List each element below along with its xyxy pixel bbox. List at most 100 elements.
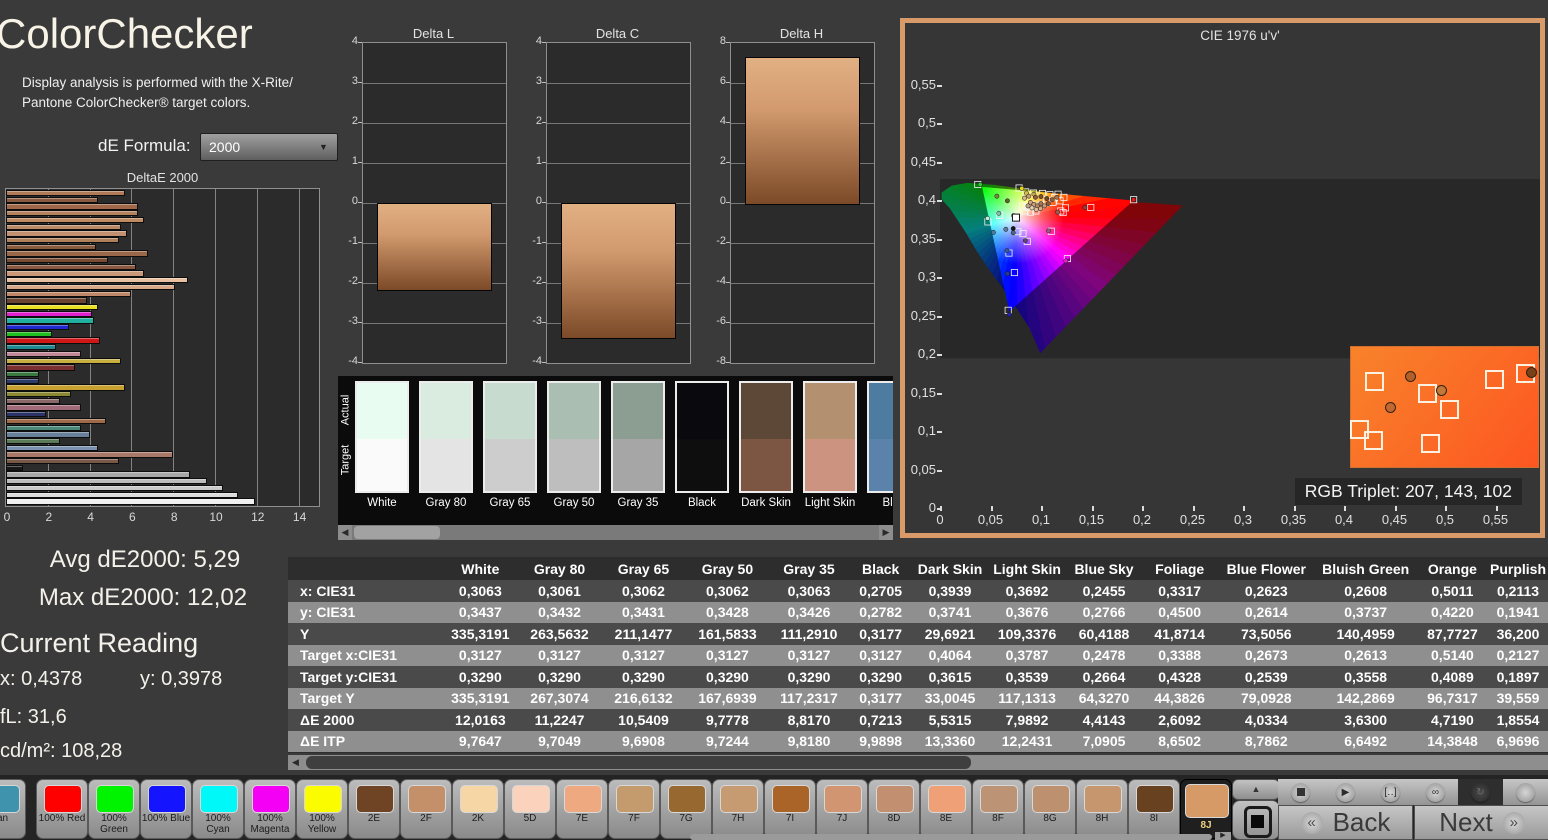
tick-mark [726, 42, 730, 43]
blank-icon-button[interactable] [1503, 779, 1548, 805]
deltae-bar [6, 317, 94, 323]
column-header: Gray 50 [685, 557, 769, 580]
gridline [257, 189, 258, 506]
patch-button-7f[interactable]: 7F [608, 779, 660, 839]
tick-mark [937, 277, 942, 279]
table-cell: 3,6300 [1314, 709, 1416, 731]
refresh-icon-button[interactable]: ↻ [1458, 779, 1504, 805]
table-row: Y335,3191263,5632211,1477161,5833111,291… [288, 623, 1548, 645]
stop-icon-button[interactable] [1278, 779, 1324, 805]
patch-button-7i[interactable]: 7I [764, 779, 816, 839]
column-header: Foliage [1141, 557, 1218, 580]
table-scrollbar[interactable]: ◀ [288, 755, 1548, 770]
column-header: Gray 35 [769, 557, 848, 580]
patch-swatch [44, 785, 82, 813]
table-cell: 12,2431 [987, 731, 1067, 753]
row-label: Y [288, 623, 443, 645]
blank-icon [1516, 783, 1535, 802]
table-cell: 161,5833 [685, 623, 769, 645]
pattern-window-button[interactable] [1232, 800, 1280, 840]
patch-button-100-yellow[interactable]: 100% Yellow [296, 779, 348, 839]
patch-button-100-cyan[interactable]: 100% Cyan [192, 779, 244, 839]
patch-button-7g[interactable]: 7G [660, 779, 712, 839]
patch-label: 7F [609, 813, 659, 824]
mini-axis-tick-label: -1 [520, 235, 542, 247]
table-row: x: CIE310,30630,30610,30620,30620,30630,… [288, 580, 1548, 602]
patch-button-8g[interactable]: 8G [1024, 779, 1076, 839]
play-icon-button[interactable]: ▶ [1323, 779, 1369, 805]
table-cell: 39,559 [1488, 688, 1548, 710]
table-cell: 8,6502 [1141, 731, 1218, 753]
column-header: Blue Sky [1067, 557, 1141, 580]
marker-icon-button[interactable]: [‥] [1368, 779, 1414, 805]
patch-swatch [512, 785, 550, 813]
cie-y-tick-label: 0,5 [898, 115, 936, 130]
patch-button-100-magenta[interactable]: 100% Magenta [244, 779, 296, 839]
patch-button-7e[interactable]: 7E [556, 779, 608, 839]
delta-value-bar [561, 203, 676, 339]
deltae-bar [6, 257, 108, 263]
patch-swatch [928, 785, 966, 813]
table-cell: 9,9898 [849, 731, 913, 753]
table-cell: 0,3787 [987, 645, 1067, 667]
patch-label: 2E [349, 813, 399, 824]
de-formula-dropdown[interactable]: 2000 ▼ [200, 133, 338, 161]
patch-button-8f[interactable]: 8F [972, 779, 1024, 839]
swatch-scroll-right-arrow[interactable]: ▶ [879, 525, 893, 540]
swatch-label: Blue [860, 497, 893, 509]
next-button[interactable]: Next » [1414, 805, 1548, 840]
table-scrollbar-thumb[interactable] [306, 756, 971, 769]
patch-swatch [1032, 785, 1070, 813]
patch-swatch [460, 785, 498, 813]
table-cell: 0,2664 [1067, 666, 1141, 688]
patch-button-5d[interactable]: 5D [504, 779, 556, 839]
table-cell: 335,3191 [443, 688, 517, 710]
patch-label: 100% Cyan [193, 813, 243, 835]
toolbar-scroll-right-arrow[interactable]: ▶ [1215, 832, 1231, 840]
deltae-bar [6, 451, 173, 457]
table-cell: 0,3061 [518, 580, 602, 602]
toolbar-scrollbar-thumb[interactable] [690, 834, 1212, 840]
patch-button-8e[interactable]: 8E [920, 779, 972, 839]
square-pattern-icon [1244, 806, 1272, 838]
table-row: y: CIE310,34370,34320,34310,34280,34260,… [288, 602, 1548, 624]
patch-button-8i[interactable]: 8I [1128, 779, 1180, 839]
inset-target-point [1421, 434, 1440, 453]
patch-button-100-blue[interactable]: 100% Blue [140, 779, 192, 839]
back-button[interactable]: « Back [1278, 805, 1413, 840]
tick-mark [1445, 506, 1447, 511]
patch-button-yan[interactable]: yan [0, 779, 26, 839]
swatch-scrollbar[interactable]: ◀▶ [338, 525, 893, 540]
patch-button-7j[interactable]: 7J [816, 779, 868, 839]
patch-button-100-red[interactable]: 100% Red [36, 779, 88, 839]
patch-button-8d[interactable]: 8D [868, 779, 920, 839]
column-header: Dark Skin [913, 557, 988, 580]
measured-point [1083, 205, 1087, 209]
patch-button-8j[interactable]: 8J [1180, 779, 1232, 839]
patch-label: 5D [505, 813, 555, 824]
patch-button-100-green[interactable]: 100% Green [88, 779, 140, 839]
tick-mark [726, 282, 730, 283]
patch-swatch [668, 785, 706, 813]
swatch-scroll-left-arrow[interactable]: ◀ [338, 525, 352, 540]
mini-axis-tick-label: 3 [520, 75, 542, 87]
patch-button-8h[interactable]: 8H [1076, 779, 1128, 839]
measured-point [1046, 201, 1050, 205]
swatch-scrollbar-thumb[interactable] [354, 526, 440, 539]
table-scroll-left-arrow[interactable]: ◀ [288, 755, 303, 770]
patch-label: 8F [973, 813, 1023, 824]
collapse-button[interactable]: ▲ [1232, 779, 1280, 800]
patch-swatch [0, 785, 20, 813]
tick-mark [542, 242, 546, 243]
gridline [731, 323, 874, 324]
patch-button-2k[interactable]: 2K [452, 779, 504, 839]
patch-button-7h[interactable]: 7H [712, 779, 764, 839]
patch-swatch [408, 785, 446, 813]
patch-button-2f[interactable]: 2F [400, 779, 452, 839]
table-cell: 0,3426 [769, 602, 848, 624]
measured-point [1055, 195, 1059, 199]
patch-label: 100% Red [37, 813, 87, 824]
tick-mark [358, 42, 362, 43]
patch-button-2e[interactable]: 2E [348, 779, 400, 839]
loop-icon-button[interactable]: ∞ [1413, 779, 1459, 805]
